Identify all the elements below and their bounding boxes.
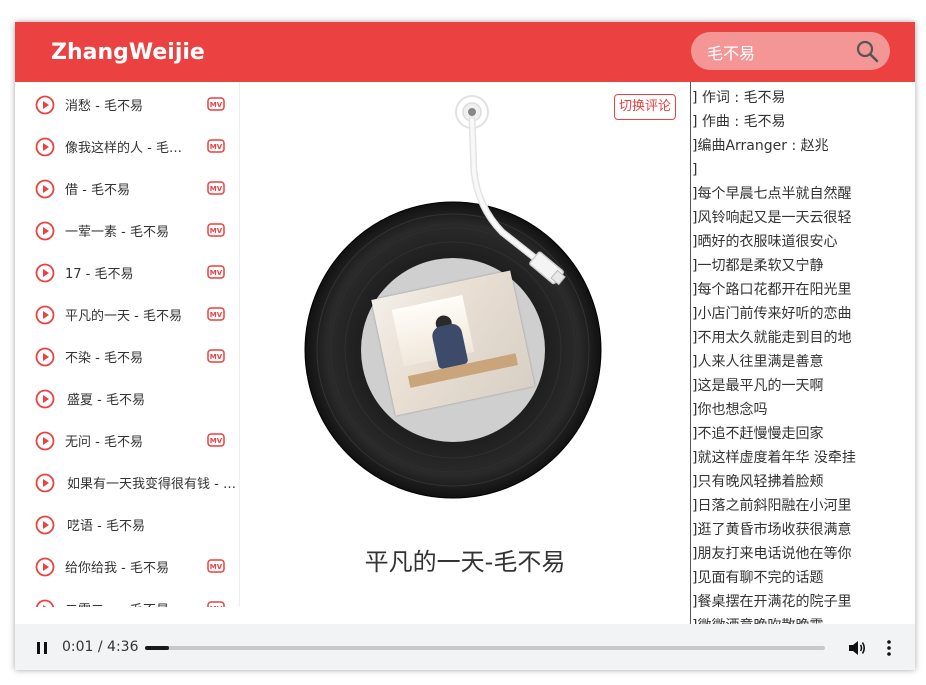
song-list: 消愁 - 毛不易 MV 像我这样的人 - 毛不易 MV 借 - 毛不易 MV 一荤一素 - … [15,82,240,607]
lyric-line: ]每个路口花都开在阳光里 [692,282,852,298]
play-circle-icon[interactable] [35,263,55,287]
play-circle-icon[interactable] [35,137,55,161]
mv-icon[interactable]: MV [207,348,225,368]
play-circle-icon[interactable] [35,179,55,203]
pause-icon[interactable] [35,640,49,659]
svg-text:MV: MV [210,227,223,235]
song-title: 无问 - 毛不易 [65,435,143,450]
svg-text:MV: MV [210,437,223,445]
play-circle-icon[interactable] [35,431,55,455]
lyric-line: ]小店门前传来好听的恋曲 [692,306,852,322]
play-circle-icon[interactable] [35,305,55,329]
progress-slider[interactable] [145,646,825,650]
mv-icon[interactable]: MV [207,432,225,452]
lyric-line: ] 作词 : 毛不易 [692,90,786,106]
more-options-icon[interactable] [885,638,893,662]
song-item[interactable]: 盛夏 - 毛不易 [15,376,239,418]
svg-text:MV: MV [210,311,223,319]
song-item[interactable]: 呓语 - 毛不易 [15,502,239,544]
svg-text:MV: MV [210,143,223,151]
play-circle-icon[interactable] [35,557,55,581]
lyric-line: ]晒好的衣服味道很安心 [692,234,838,250]
mv-icon[interactable]: MV [207,306,225,326]
lyric-line: ]一切都是柔软又宁静 [692,258,824,274]
lyric-line: ]餐桌摆在开满花的院子里 [692,594,852,610]
play-circle-icon[interactable] [35,389,55,413]
search-icon[interactable] [855,39,879,67]
lyric-line: ]就这样虚度着年华 没牵挂 [692,450,856,466]
header: ZhangWeijie [15,22,915,82]
play-circle-icon[interactable] [35,599,55,607]
song-item[interactable]: 不染 - 毛不易 MV [15,334,239,376]
song-title: 给你给我 - 毛不易 [65,561,169,576]
svg-text:MV: MV [210,563,223,571]
lyric-line: ]风铃响起又是一天云很轻 [692,210,852,226]
svg-text:MV: MV [210,605,223,607]
song-item[interactable]: 像我这样的人 - 毛不易 MV [15,124,239,166]
play-circle-icon[interactable] [35,221,55,245]
song-title: 借 - 毛不易 [65,183,130,198]
lyric-line: ]这是最平凡的一天啊 [692,378,824,394]
play-circle-icon[interactable] [35,515,55,539]
volume-icon[interactable] [847,638,867,662]
svg-text:MV: MV [210,101,223,109]
audio-player: 0:01 / 4:36 [15,624,915,670]
song-title: 不染 - 毛不易 [65,351,143,366]
lyric-line: ]只有晚风轻拂着脸颊 [692,474,824,490]
mv-icon[interactable]: MV [207,222,225,242]
mv-icon[interactable]: MV [207,600,225,607]
lyric-line: ] [692,162,698,178]
play-circle-icon[interactable] [35,473,55,497]
song-title: 消愁 - 毛不易 [65,99,143,114]
mv-icon[interactable]: MV [207,138,225,158]
song-item[interactable]: 17 - 毛不易 MV [15,250,239,292]
play-circle-icon[interactable] [35,347,55,371]
play-circle-icon[interactable] [35,95,55,119]
lyric-line: ] 作曲 : 毛不易 [692,114,786,130]
current-song-name: 平凡的一天-毛不易 [364,548,566,576]
svg-text:MV: MV [210,269,223,277]
app-logo: ZhangWeijie [51,40,205,65]
song-title: 17 - 毛不易 [65,267,134,282]
song-title: 二零二一 - 毛不易 [65,599,190,607]
lyrics-panel: ] 作词 : 毛不易 ] 作曲 : 毛不易 ]编曲Arranger : 赵兆] ]每个… [690,82,915,627]
lyric-line: ]朋友打来电话说他在等你 [692,546,852,562]
mv-icon[interactable]: MV [207,96,225,116]
song-title: 如果有一天我变得很有钱 - 毛不易 [67,477,239,492]
player-stage: 切换评论 平凡的一天-毛不易 [240,82,690,607]
lyric-line: ]每个早晨七点半就自然醒 [692,186,852,202]
search-input[interactable] [705,40,849,64]
lyric-line: ]见面有聊不完的话题 [692,570,824,586]
mv-icon[interactable]: MV [207,180,225,200]
song-title: 一荤一素 - 毛不易 [65,225,169,240]
song-item[interactable]: 消愁 - 毛不易 MV [15,82,239,124]
svg-text:MV: MV [210,353,223,361]
lyric-line: ]不用太久就能走到目的地 [692,330,852,346]
progress-fill [145,646,170,650]
song-item[interactable]: 如果有一天我变得很有钱 - 毛不易 [15,460,239,502]
song-item[interactable]: 平凡的一天 - 毛不易 MV [15,292,239,334]
song-title: 像我这样的人 - 毛不易 [65,141,190,156]
mv-icon[interactable]: MV [207,558,225,578]
lyric-line: ]你也想念吗 [692,402,768,418]
search-box[interactable] [691,32,890,70]
mv-icon[interactable]: MV [207,264,225,284]
lyric-line: ]编曲Arranger : 赵兆 [692,138,829,154]
song-title: 平凡的一天 - 毛不易 [65,309,182,324]
svg-text:MV: MV [210,185,223,193]
song-title: 盛夏 - 毛不易 [67,393,145,408]
song-item[interactable]: 无问 - 毛不易 MV [15,418,239,460]
song-item[interactable]: 给你给我 - 毛不易 MV [15,544,239,586]
time-display: 0:01 / 4:36 [62,639,139,655]
lyric-line: ]逛了黄昏市场收获很满意 [692,522,852,538]
lyric-line: ]不追不赶慢慢走回家 [692,426,824,442]
song-item[interactable]: 借 - 毛不易 MV [15,166,239,208]
lyric-line: ]人来人往里满是善意 [692,354,824,370]
app-window: ZhangWeijie 消愁 - 毛不易MV像我这样的人 - 毛不易MV借 - … [15,22,915,670]
song-item[interactable]: 一荤一素 - 毛不易 MV [15,208,239,250]
lyric-line: ]日落之前斜阳融在小河里 [692,498,852,514]
song-title: 呓语 - 毛不易 [67,519,145,534]
song-item[interactable]: 二零二一 - 毛不易 MV [15,586,239,607]
